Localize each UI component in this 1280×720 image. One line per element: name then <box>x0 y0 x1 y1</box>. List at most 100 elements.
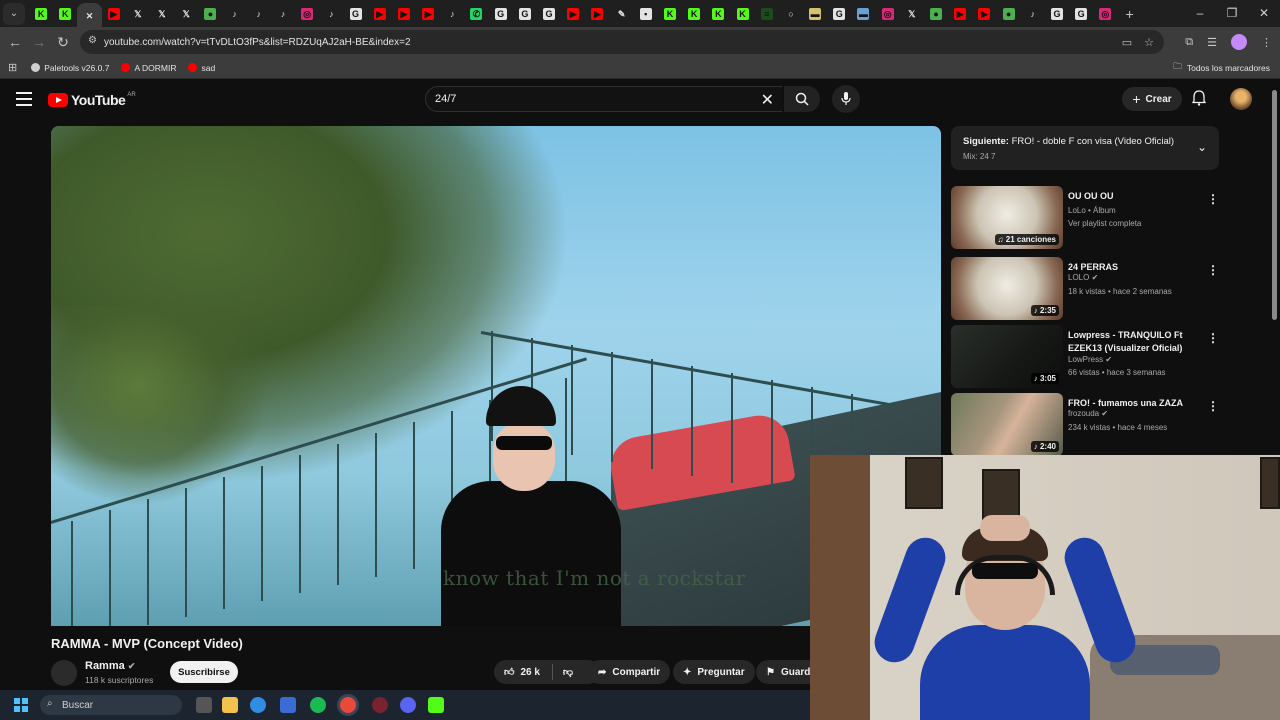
account-avatar[interactable] <box>1230 88 1252 110</box>
voice-search-button[interactable] <box>832 85 860 113</box>
edge-icon[interactable] <box>250 697 266 713</box>
browser-tab[interactable]: G <box>1045 3 1069 25</box>
task-view-icon[interactable] <box>196 697 212 713</box>
address-bar[interactable]: ⚙ youtube.com/watch?v=tTvDLtO3fPs&list=R… <box>80 30 1164 54</box>
bookmark-sad[interactable]: sad <box>188 63 215 73</box>
bookmark-star-icon[interactable]: ☆ <box>1144 36 1154 49</box>
browser-tab[interactable]: ♪ <box>271 3 295 25</box>
youtube-logo[interactable]: YouTube AR <box>48 92 136 108</box>
browser-tab[interactable]: ◎ <box>295 3 319 25</box>
browser-tab[interactable]: 𝕏 <box>900 3 924 25</box>
video-thumbnail[interactable]: ♪ 3:05 <box>951 325 1063 388</box>
browser-tab[interactable]: 𝕏 <box>174 3 198 25</box>
browser-tab[interactable]: G <box>343 3 367 25</box>
browser-tab[interactable]: ● <box>198 3 222 25</box>
browser-tab[interactable]: ✎ <box>610 3 634 25</box>
browser-tab[interactable]: ▪ <box>634 3 658 25</box>
video-player[interactable]: know that I'm not a rockstar <box>51 126 941 626</box>
extensions-icon[interactable]: ⧉ <box>1185 36 1193 49</box>
browser-tab[interactable]: ♪ <box>319 3 343 25</box>
search-button[interactable] <box>784 86 820 112</box>
kick-icon[interactable] <box>428 697 444 713</box>
recommendation-item[interactable]: ♪ 3:05 Lowpress - TRANQUILO Ft EZEK13 (V… <box>951 325 1221 389</box>
recommendation-item[interactable]: ♪ 2:40 FRO! - fumamos una ZAZA frozouda … <box>951 393 1221 457</box>
bookmark-a-dormir[interactable]: A DORMIR <box>121 63 176 73</box>
apps-grid-icon[interactable]: ⊞ <box>8 61 17 74</box>
chrome-icon[interactable] <box>340 697 356 713</box>
browser-tab[interactable]: K <box>658 3 682 25</box>
save-button[interactable]: ⚑ Guarda <box>756 660 810 684</box>
recommendation-item[interactable]: ♫ 21 canciones OU OU OU LoLo • Álbum Ver… <box>951 186 1221 250</box>
more-options-icon[interactable]: ⋮ <box>1207 331 1219 345</box>
bookmark-paletools[interactable]: Paletools v26.0.7 <box>31 63 109 73</box>
back-icon[interactable]: ← <box>3 34 27 50</box>
chrome-menu-icon[interactable]: ⋮ <box>1261 36 1272 49</box>
browser-tab[interactable]: ▬ <box>803 3 827 25</box>
browser-tab[interactable]: G <box>1069 3 1093 25</box>
browser-tab[interactable]: ✆ <box>464 3 488 25</box>
create-button[interactable]: + Crear <box>1122 87 1182 111</box>
reading-list-icon[interactable]: ☰ <box>1207 36 1217 49</box>
windows-start-icon[interactable] <box>14 698 28 712</box>
ask-button[interactable]: ✦ Preguntar <box>673 660 755 684</box>
browser-tab[interactable]: ● <box>997 3 1021 25</box>
browser-tab[interactable]: ✕ <box>77 2 102 29</box>
close-window-icon[interactable]: ✕ <box>1248 0 1280 27</box>
store-icon[interactable] <box>280 697 296 713</box>
channel-name[interactable]: Ramma ✔ <box>85 660 135 672</box>
browser-tab[interactable]: K <box>730 3 754 25</box>
discord-icon[interactable] <box>400 697 416 713</box>
browser-tab[interactable]: G <box>537 3 561 25</box>
browser-tab[interactable]: G <box>489 3 513 25</box>
search-input[interactable]: 24/7 <box>435 93 456 105</box>
more-options-icon[interactable]: ⋮ <box>1207 399 1219 413</box>
taskbar-search-box[interactable]: ⌕ Buscar <box>40 695 182 715</box>
cast-icon[interactable]: ▭ <box>1122 36 1132 49</box>
video-thumbnail[interactable]: ♫ 21 canciones <box>951 186 1063 249</box>
clear-search-icon[interactable]: ✕ <box>761 90 774 110</box>
view-full-playlist-link[interactable]: Ver playlist completa <box>1068 219 1141 228</box>
browser-tab[interactable]: ▶ <box>368 3 392 25</box>
up-next-panel[interactable]: Siguiente: FRO! - doble F con visa (Vide… <box>951 126 1219 170</box>
browser-tab[interactable]: ▬ <box>851 3 875 25</box>
browser-tab[interactable]: ♪ <box>247 3 271 25</box>
browser-tab[interactable]: K <box>53 3 77 25</box>
browser-tab[interactable]: K <box>682 3 706 25</box>
browser-tab[interactable]: ● <box>924 3 948 25</box>
browser-tab[interactable]: ▶ <box>972 3 996 25</box>
browser-tab[interactable]: K <box>29 3 53 25</box>
file-explorer-icon[interactable] <box>222 697 238 713</box>
menu-icon[interactable] <box>16 92 32 106</box>
recommendation-title[interactable]: OU OU OU <box>1068 190 1203 203</box>
share-button[interactable]: ➦ Compartir <box>588 660 671 684</box>
browser-tab[interactable]: ▶ <box>561 3 585 25</box>
reload-icon[interactable]: ↻ <box>51 34 75 51</box>
channel-avatar[interactable] <box>51 660 77 686</box>
browser-tab[interactable]: ◎ <box>876 3 900 25</box>
spotify-icon[interactable] <box>310 697 326 713</box>
new-tab-button[interactable]: + <box>1117 3 1141 25</box>
forward-icon[interactable]: → <box>27 34 51 50</box>
browser-tab[interactable]: ♪ <box>440 3 464 25</box>
page-scrollbar[interactable] <box>1272 90 1277 320</box>
browser-tab[interactable]: ♪ <box>1021 3 1045 25</box>
browser-tab[interactable]: G <box>513 3 537 25</box>
subscribe-button[interactable]: Suscribirse <box>170 661 238 683</box>
like-button[interactable]: 👍︎ 26 k <box>504 666 540 679</box>
browser-tab[interactable]: ◎ <box>1093 3 1117 25</box>
more-options-icon[interactable]: ⋮ <box>1207 263 1219 277</box>
browser-tab[interactable]: ▶ <box>392 3 416 25</box>
browser-tab[interactable]: G <box>827 3 851 25</box>
browser-tab[interactable]: ▶ <box>585 3 609 25</box>
video-thumbnail[interactable]: ♪ 2:35 <box>951 257 1063 320</box>
notifications-bell-icon[interactable] <box>1191 90 1207 111</box>
dislike-button[interactable]: 👎︎ <box>563 666 573 678</box>
browser-tab[interactable]: ♪ <box>223 3 247 25</box>
search-box[interactable]: 24/7 ✕ <box>425 86 782 112</box>
browser-tab[interactable]: K <box>706 3 730 25</box>
tab-search-button[interactable]: ⌄ <box>3 2 25 25</box>
chevron-down-icon[interactable]: ⌄ <box>1197 140 1207 154</box>
minimize-icon[interactable]: – <box>1184 0 1216 27</box>
site-info-icon[interactable]: ⚙ <box>88 35 97 46</box>
recommendation-item[interactable]: ♪ 2:35 24 PERRAS LOLO ✔ 18 k vistas • ha… <box>951 257 1221 321</box>
